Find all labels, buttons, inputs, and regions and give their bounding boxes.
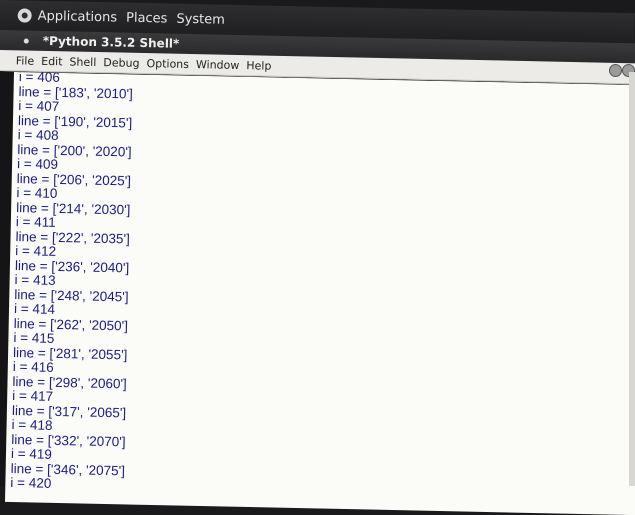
menu-options[interactable]: Options (146, 57, 189, 71)
shell-output-text: i = 406 line = ['183', '2010'] i = 407 line… (10, 72, 133, 493)
panel-menu-applications[interactable]: Applications (38, 8, 118, 25)
distro-logo-icon[interactable] (17, 8, 32, 23)
shell-line: i = 420 (10, 475, 52, 491)
menu-debug[interactable]: Debug (103, 56, 139, 70)
minimize-icon[interactable] (609, 64, 622, 77)
menu-window[interactable]: Window (196, 58, 240, 72)
screen-edge-right (629, 72, 635, 486)
window-menu-icon[interactable] (23, 38, 29, 44)
menu-edit[interactable]: Edit (41, 54, 63, 67)
menu-help[interactable]: Help (246, 59, 271, 73)
panel-menu-places[interactable]: Places (126, 10, 168, 26)
menu-shell[interactable]: Shell (69, 55, 96, 69)
panel-menu-system[interactable]: System (176, 11, 225, 27)
window-title: *Python 3.5.2 Shell* (42, 33, 180, 51)
shell-output-area[interactable]: i = 406 line = ['183', '2010'] i = 407 line… (4, 72, 635, 515)
menu-file[interactable]: File (16, 54, 35, 67)
